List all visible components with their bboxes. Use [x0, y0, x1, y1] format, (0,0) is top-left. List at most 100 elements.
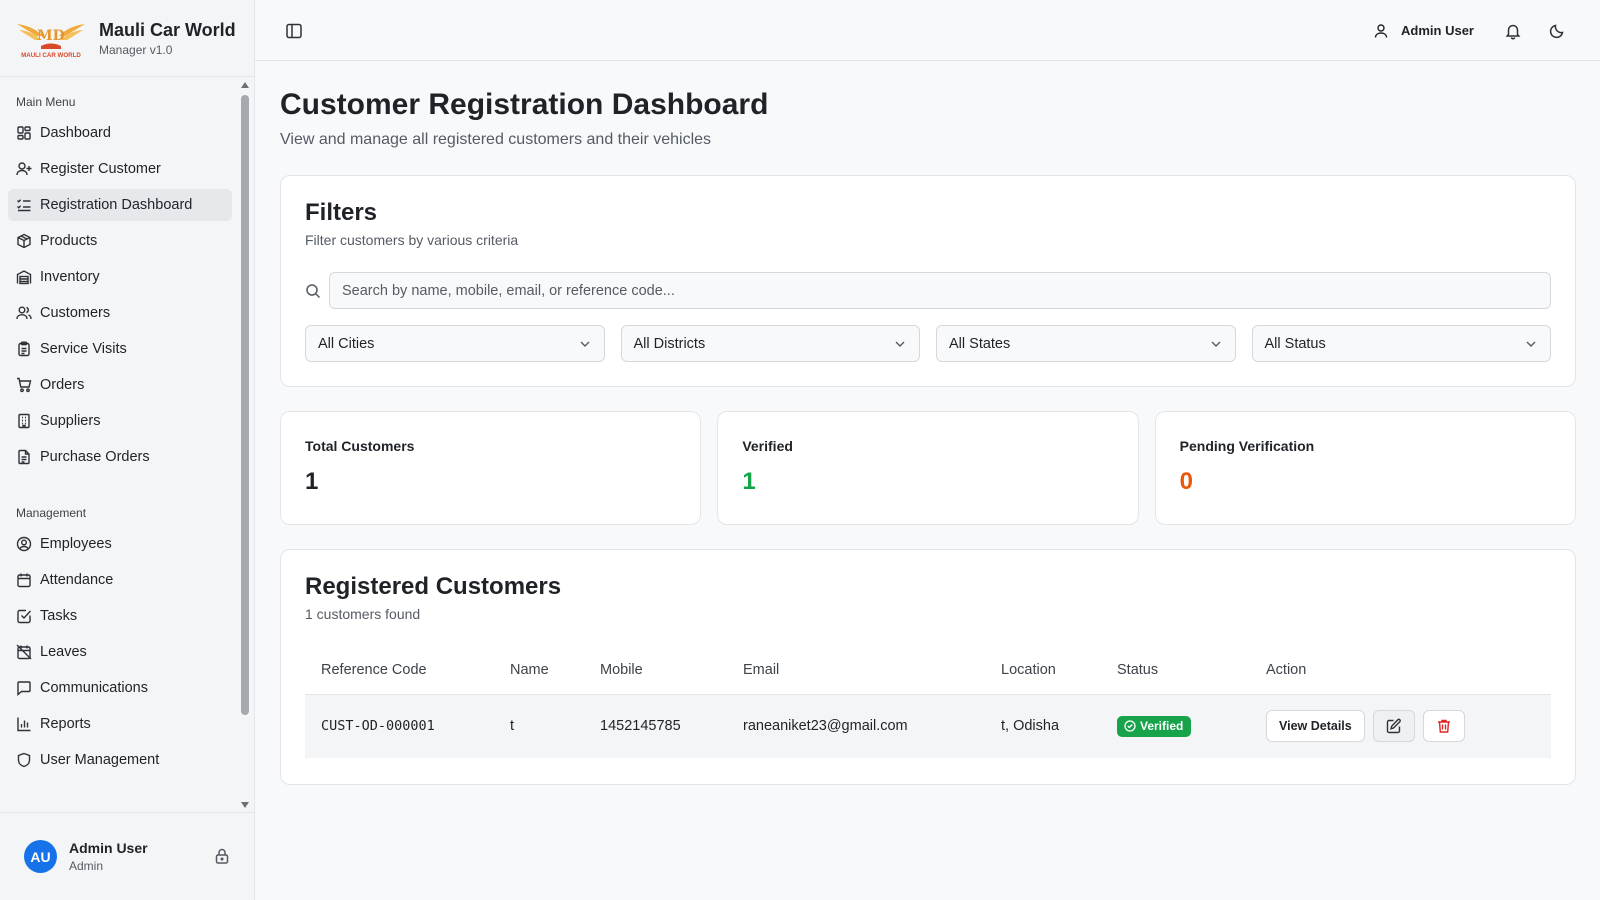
status-select-value: All Status [1264, 335, 1326, 352]
brand-logo: MD MAULI CAR WORLD [17, 24, 85, 59]
sidebar-item-label: Registration Dashboard [40, 197, 193, 213]
status-badge-label: Verified [1140, 719, 1184, 734]
stat-label: Verified [742, 438, 793, 454]
check-square-icon [16, 608, 32, 624]
edit-button[interactable] [1372, 710, 1415, 743]
sidebar-item-dashboard[interactable]: Dashboard [8, 117, 232, 149]
sidebar-item-leaves[interactable]: Leaves [8, 636, 232, 668]
search-input[interactable] [329, 272, 1551, 309]
customers-title: Registered Customers [305, 573, 562, 600]
sidebar-item-label: Inventory [40, 269, 100, 285]
sidebar: MD MAULI CAR WORLD Mauli Car World Manag… [0, 0, 255, 900]
state-select[interactable]: All States [936, 325, 1236, 362]
svg-text:MD: MD [37, 28, 65, 44]
cart-icon [16, 377, 32, 393]
search-icon [305, 283, 321, 299]
sidebar-item-reports[interactable]: Reports [8, 708, 232, 740]
sidebar-item-attendance[interactable]: Attendance [8, 564, 232, 596]
bell-icon[interactable] [1504, 22, 1522, 40]
stat-value: 0 [1179, 468, 1194, 495]
sidebar-item-label: Reports [40, 716, 91, 732]
sidebar-item-registration-dashboard[interactable]: Registration Dashboard [8, 189, 232, 221]
sidebar-toggle-icon[interactable] [285, 22, 303, 40]
customers-count: 1 customers found [305, 606, 421, 622]
moon-icon[interactable] [1548, 22, 1566, 40]
sidebar-item-inventory[interactable]: Inventory [8, 261, 232, 293]
status-select[interactable]: All Status [1251, 325, 1551, 362]
clipboard-icon [16, 341, 32, 357]
brand-header: MD MAULI CAR WORLD Mauli Car World Manag… [0, 0, 254, 77]
sidebar-item-register-customer[interactable]: Register Customer [8, 153, 232, 185]
sidebar-item-label: Service Visits [40, 341, 127, 357]
bar-chart-icon [16, 716, 32, 732]
lock-icon[interactable] [213, 847, 231, 865]
stat-total-customers: Total Customers 1 [280, 411, 702, 525]
nav-section-management: Management [16, 506, 87, 520]
cell-name: t [510, 718, 515, 735]
sidebar-item-employees[interactable]: Employees [8, 528, 232, 560]
user-plus-icon [16, 161, 32, 177]
district-select[interactable]: All Districts [620, 325, 920, 362]
sidebar-scrollbar[interactable] [238, 78, 252, 812]
sidebar-item-suppliers[interactable]: Suppliers [8, 405, 232, 437]
package-icon [16, 233, 32, 249]
sidebar-item-products[interactable]: Products [8, 225, 232, 257]
user-circle-icon [16, 536, 32, 552]
col-reference-code[interactable]: Reference Code [305, 646, 494, 695]
stat-value: 1 [305, 468, 319, 495]
col-location[interactable]: Location [985, 646, 1101, 695]
sidebar-item-label: User Management [40, 752, 160, 768]
sidebar-item-label: Customers [40, 305, 111, 321]
sidebar-nav: Main Menu Dashboard Register Customer Re… [0, 78, 255, 812]
user-role: Admin [69, 859, 104, 873]
delete-button[interactable] [1422, 710, 1465, 743]
sidebar-item-purchase-orders[interactable]: Purchase Orders [8, 441, 232, 473]
chevron-down-icon [578, 337, 592, 351]
top-user-menu[interactable]: Admin User [1373, 23, 1474, 39]
page-subtitle: View and manage all registered customers… [280, 131, 712, 148]
scroll-down-arrow-icon[interactable] [238, 798, 252, 812]
scrollbar-thumb[interactable] [241, 95, 249, 715]
cell-mobile: 1452145785 [600, 718, 681, 735]
view-details-button[interactable]: View Details [1266, 710, 1365, 743]
stat-verified: Verified 1 [717, 411, 1139, 525]
check-circle-icon [1124, 720, 1136, 732]
chevron-down-icon [1209, 337, 1223, 351]
table-header-row: Reference Code Name Mobile Email Locatio… [305, 646, 1551, 695]
city-select[interactable]: All Cities [305, 325, 605, 362]
cell-reference-code: CUST-OD-000001 [321, 718, 435, 735]
customers-table: Reference Code Name Mobile Email Locatio… [305, 646, 1551, 758]
list-checks-icon [16, 197, 32, 213]
col-name[interactable]: Name [494, 646, 584, 695]
cell-location: t, Odisha [1001, 718, 1060, 735]
col-status[interactable]: Status [1101, 646, 1250, 695]
main-content: Customer Registration Dashboard View and… [280, 61, 1576, 785]
top-user-label: Admin User [1401, 23, 1474, 38]
sidebar-item-orders[interactable]: Orders [8, 369, 232, 401]
sidebar-item-label: Register Customer [40, 161, 161, 177]
top-bar-actions: Admin User [1373, 0, 1600, 61]
sidebar-item-user-management[interactable]: User Management [8, 744, 232, 776]
message-icon [16, 680, 32, 696]
col-action: Action [1250, 646, 1551, 695]
scroll-up-arrow-icon[interactable] [238, 78, 252, 92]
sidebar-item-service-visits[interactable]: Service Visits [8, 333, 232, 365]
filters-card: Filters Filter customers by various crit… [280, 175, 1576, 387]
sidebar-user-profile[interactable]: AU Admin User Admin [0, 812, 255, 900]
calendar-off-icon [16, 644, 32, 660]
edit-icon [1386, 718, 1401, 734]
col-email[interactable]: Email [727, 646, 985, 695]
brand-version: Manager v1.0 [99, 43, 173, 57]
sidebar-item-communications[interactable]: Communications [8, 672, 232, 704]
stat-label: Pending Verification [1179, 438, 1315, 454]
col-mobile[interactable]: Mobile [584, 646, 727, 695]
svg-text:MAULI CAR WORLD: MAULI CAR WORLD [21, 52, 81, 59]
filters-subtitle: Filter customers by various criteria [305, 232, 519, 248]
state-select-value: All States [949, 335, 1011, 352]
table-row[interactable]: CUST-OD-000001 t 1452145785 raneaniket23… [305, 694, 1551, 758]
cell-email: raneaniket23@gmail.com [743, 718, 908, 735]
top-bar: Admin User [255, 0, 1600, 61]
sidebar-item-customers[interactable]: Customers [8, 297, 232, 329]
sidebar-item-tasks[interactable]: Tasks [8, 600, 232, 632]
page-title: Customer Registration Dashboard [280, 88, 769, 121]
